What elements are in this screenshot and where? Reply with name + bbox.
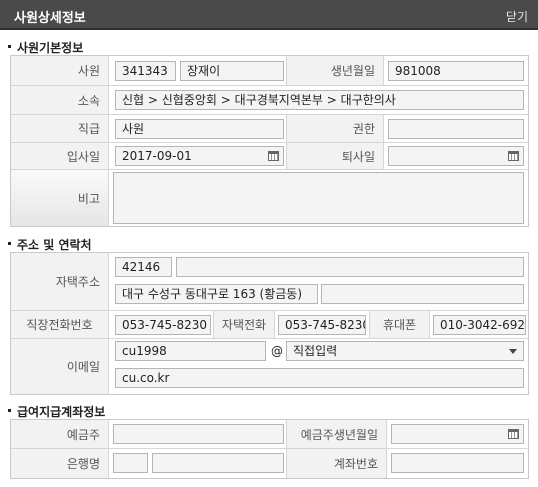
work-phone-field[interactable]: 053-745-8230 (115, 315, 211, 335)
payroll-table: 예금주 예금주생년월일 은행명 계좌번호 (10, 419, 529, 479)
email-id-field[interactable]: cu1998 (115, 341, 266, 361)
label-mobile: 휴대폰 (369, 311, 430, 338)
section-title-contact: 주소 및 연락처 (8, 236, 92, 253)
window-titlebar: 사원상세정보 닫기 (0, 0, 538, 30)
label-account-no: 계좌번호 (286, 449, 387, 478)
label-authority: 권한 (286, 115, 384, 142)
address1-field[interactable]: 대구 수성구 동대구로 163 (황금동) (115, 284, 318, 304)
employee-name-field[interactable]: 장재이 (180, 61, 284, 81)
calendar-icon[interactable] (268, 151, 279, 161)
label-remarks: 비고 (11, 170, 109, 226)
label-email: 이메일 (11, 339, 109, 394)
section-title-payroll: 급여지급계좌정보 (8, 403, 105, 420)
label-join-date: 입사일 (11, 143, 109, 169)
bullet-icon (8, 409, 11, 412)
mobile-field[interactable]: 010-3042-6921 (433, 315, 526, 335)
depositor-birth-field[interactable] (391, 424, 524, 444)
label-position: 직급 (11, 115, 109, 142)
join-date-value: 2017-09-01 (122, 149, 192, 163)
label-depositor: 예금주 (11, 420, 109, 448)
table-row: 비고 (11, 170, 528, 226)
leave-date-field[interactable] (388, 146, 524, 166)
table-row: 예금주 예금주생년월일 (11, 420, 528, 449)
table-row: 이메일 cu1998 @ 직접입력 cu.co.kr (11, 339, 528, 394)
remarks-textarea[interactable] (113, 172, 524, 224)
table-row: 입사일 2017-09-01 퇴사일 (11, 143, 528, 170)
label-depositor-birth: 예금주생년월일 (286, 420, 387, 448)
email-at-sign: @ (271, 344, 283, 358)
email-domain-select[interactable]: 직접입력 (286, 341, 524, 361)
postcode-field[interactable]: 42146 (115, 257, 172, 277)
email-domain-select-value: 직접입력 (293, 344, 338, 358)
chevron-down-icon (509, 349, 517, 354)
basic-info-table: 사원 341343 장재이 생년월일 981008 소속 신협 > 신협중앙회 … (10, 55, 529, 227)
table-row: 직장전화번호 053-745-8230 자택전화 053-745-8230 휴대… (11, 311, 528, 339)
bullet-icon (8, 45, 11, 48)
table-row: 소속 신협 > 신협중앙회 > 대구경북지역본부 > 대구한의사 (11, 86, 528, 115)
label-home-phone: 자택전화 (213, 311, 275, 338)
authority-field[interactable] (388, 119, 524, 139)
email-domain-field[interactable]: cu.co.kr (115, 368, 524, 388)
postcode-extra-field[interactable] (176, 257, 524, 277)
section-title-basic: 사원기본정보 (8, 39, 83, 56)
close-button[interactable]: 닫기 (506, 8, 528, 25)
label-employee: 사원 (11, 56, 109, 85)
account-no-field[interactable] (391, 453, 524, 473)
label-bank: 은행명 (11, 449, 109, 478)
label-affiliation: 소속 (11, 86, 109, 114)
table-row: 직급 사원 권한 (11, 115, 528, 143)
depositor-field[interactable] (113, 424, 284, 444)
affiliation-field[interactable]: 신협 > 신협중앙회 > 대구경북지역본부 > 대구한의사 (115, 90, 524, 110)
birth-field[interactable]: 981008 (388, 61, 524, 81)
table-row: 사원 341343 장재이 생년월일 981008 (11, 56, 528, 86)
bank-code-field[interactable] (113, 453, 148, 473)
label-leave-date: 퇴사일 (286, 143, 384, 169)
window-title: 사원상세정보 (14, 11, 86, 26)
employee-no-field[interactable]: 341343 (115, 61, 176, 81)
join-date-field[interactable]: 2017-09-01 (115, 146, 284, 166)
position-field[interactable]: 사원 (115, 119, 284, 139)
label-work-phone: 직장전화번호 (11, 311, 109, 338)
table-row: 은행명 계좌번호 (11, 449, 528, 478)
calendar-icon[interactable] (508, 151, 519, 161)
bullet-icon (8, 242, 11, 245)
label-birth: 생년월일 (286, 56, 384, 85)
calendar-icon[interactable] (508, 429, 519, 439)
label-home-address: 자택주소 (11, 253, 109, 310)
table-row: 자택주소 42146 대구 수성구 동대구로 163 (황금동) (11, 253, 528, 311)
bank-name-field[interactable] (152, 453, 284, 473)
address2-field[interactable] (321, 284, 524, 304)
contact-table: 자택주소 42146 대구 수성구 동대구로 163 (황금동) 직장전화번호 … (10, 252, 529, 395)
home-phone-field[interactable]: 053-745-8230 (278, 315, 366, 335)
